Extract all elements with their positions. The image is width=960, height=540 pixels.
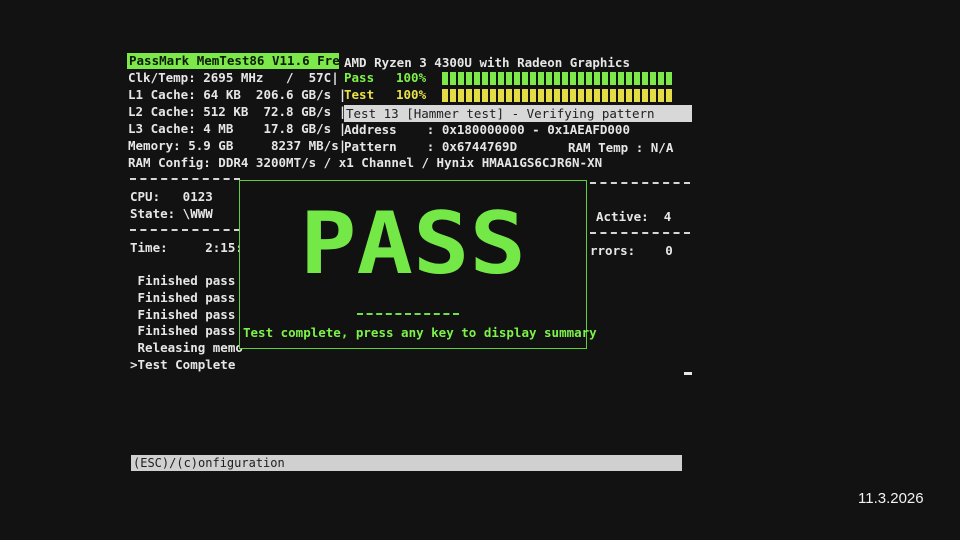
current-test-name: Test 13 [Hammer test] - Verifying patter… [344, 105, 692, 122]
log-line: >Test Complete [130, 357, 236, 372]
pass-result-text: PASS [300, 203, 526, 289]
clk-temp: Clk/Temp: 2695 MHz / 57C| [128, 70, 339, 85]
completion-message: Test complete, press any key to display … [243, 325, 597, 340]
elapsed-time: Time: 2:15: [130, 240, 243, 255]
text-cursor [684, 372, 692, 375]
test-pattern: Pattern : 0x6744769D [344, 139, 518, 154]
separator-left-2 [130, 229, 240, 231]
pass-label: Pass [344, 70, 375, 85]
log-line: Finished pass [130, 323, 236, 338]
cpu-cores: CPU: 0123 [130, 189, 213, 204]
separator-left-1 [130, 178, 240, 180]
l1-cache: L1 Cache: 64 KB 206.6 GB/s | [128, 87, 347, 102]
configuration-hint-bar[interactable]: (ESC)/(c)onfiguration [131, 455, 682, 471]
address-range: Address : 0x180000000 - 0x1AEAFD000 [344, 122, 630, 137]
memory-info: Memory: 5.9 GB 8237 MB/s| [128, 138, 347, 153]
pass-progress-bar [442, 72, 672, 85]
popup-separator [357, 313, 459, 315]
cpu-model: AMD Ryzen 3 4300U with Radeon Graphics [344, 55, 630, 70]
log-line: Finished pass [130, 307, 236, 322]
l2-cache: L2 Cache: 512 KB 72.8 GB/s | [128, 104, 347, 119]
active-cpus: Active: 4 [596, 209, 672, 224]
test-percent: 100% [396, 87, 427, 102]
photo-date-stamp: 11.3.2026 [858, 490, 924, 507]
log-line: Releasing memo [130, 340, 243, 355]
test-label: Test [344, 87, 375, 102]
error-count: rrors: 0 [590, 243, 673, 258]
pass-result-glyphs: PASS [300, 203, 526, 289]
log-line: Finished pass [130, 290, 236, 305]
ram-temp: RAM Temp : N/A [568, 140, 674, 155]
separator-right-1 [590, 182, 690, 184]
separator-right-2 [590, 232, 690, 234]
test-progress-bar [442, 89, 672, 102]
log-line: Finished pass [130, 273, 236, 288]
pass-percent: 100% [396, 70, 427, 85]
cpu-state: State: \WWW [130, 206, 213, 221]
memtest-screen: PassMark MemTest86 V11.6 Free AMD Ryzen … [0, 0, 960, 540]
ram-config: RAM Config: DDR4 3200MT/s / x1 Channel /… [128, 155, 603, 170]
app-title-banner: PassMark MemTest86 V11.6 Free [127, 53, 339, 69]
l3-cache: L3 Cache: 4 MB 17.8 GB/s | [128, 121, 347, 136]
